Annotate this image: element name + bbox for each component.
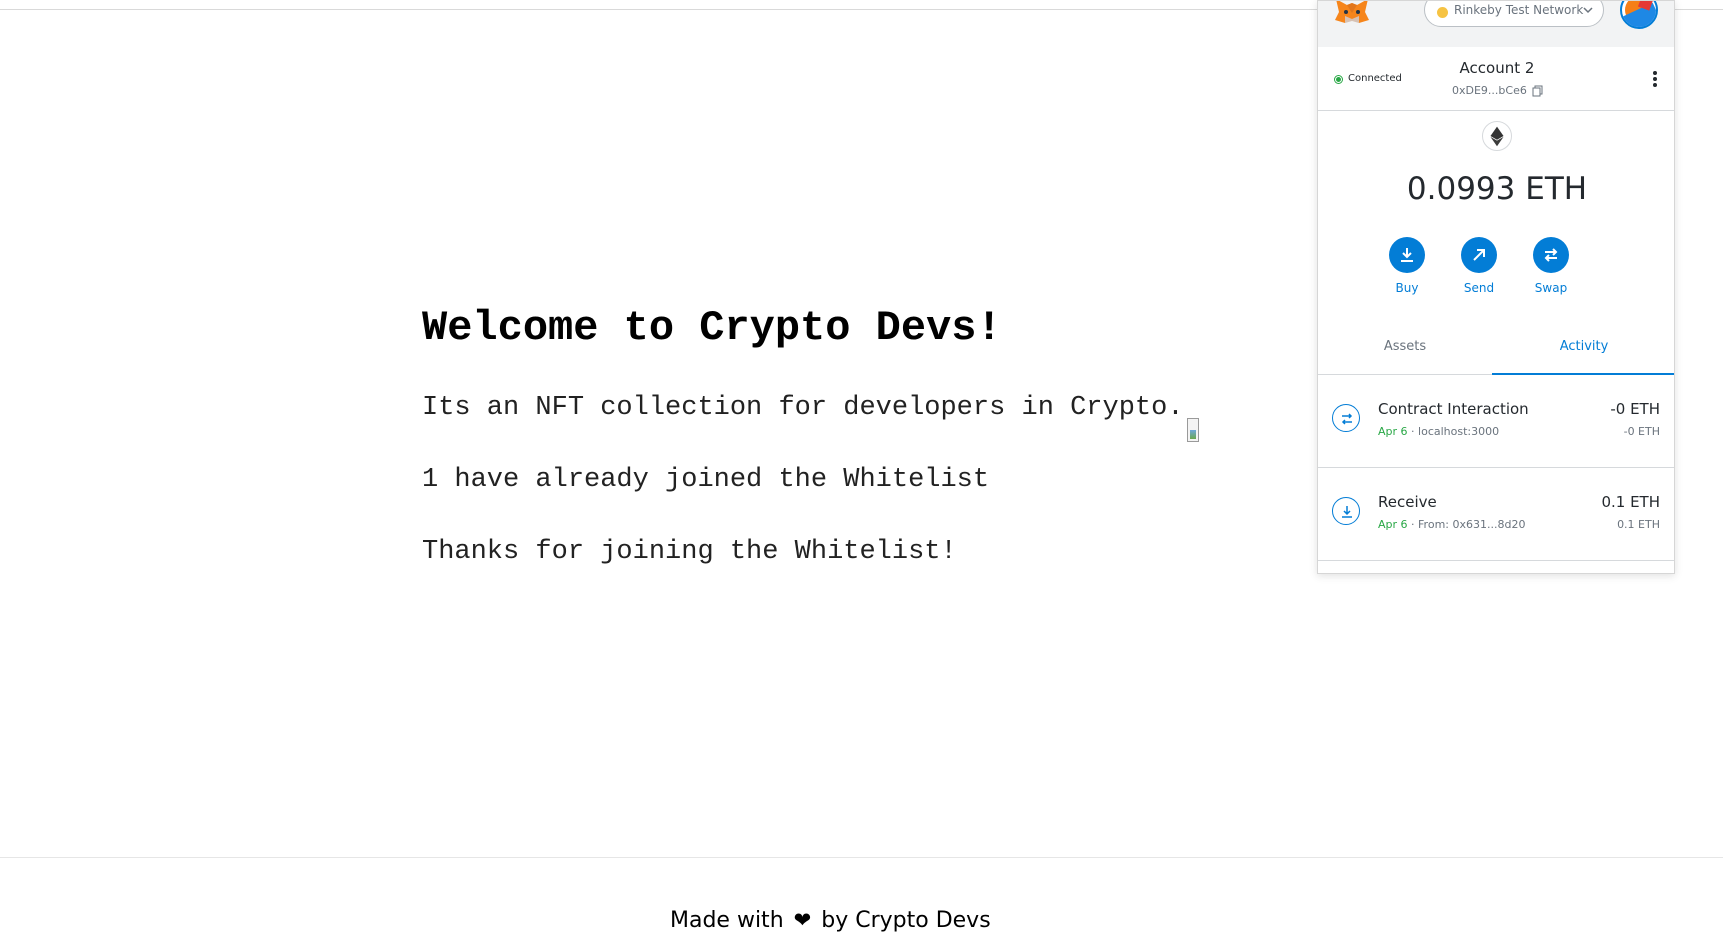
transaction-amount-secondary: -0 ETH xyxy=(1623,425,1660,438)
transaction-item[interactable]: Receive Apr 6 · From: 0x631...8d20 0.1 E… xyxy=(1318,468,1674,561)
transaction-title: Receive xyxy=(1378,493,1437,511)
swap-label: Swap xyxy=(1534,281,1568,295)
account-bar: Connected Account 2 0xDE9...bCe6 xyxy=(1318,47,1674,111)
transaction-date: Apr 6 xyxy=(1378,425,1408,438)
footer-prefix: Made with xyxy=(670,908,784,933)
account-address[interactable]: 0xDE9...bCe6 xyxy=(1452,84,1527,97)
network-label: Rinkeby Test Network xyxy=(1454,3,1584,17)
arrow-up-right-icon xyxy=(1461,237,1497,273)
transaction-detail: localhost:3000 xyxy=(1418,425,1500,438)
network-selector[interactable]: Rinkeby Test Network xyxy=(1424,1,1604,27)
description-text: Its an NFT collection for developers in … xyxy=(422,393,1184,423)
ethereum-icon xyxy=(1482,121,1512,151)
transaction-amount: -0 ETH xyxy=(1610,400,1660,418)
account-balance: 0.0993 ETH xyxy=(1406,171,1588,207)
transaction-amount: 0.1 ETH xyxy=(1601,493,1660,511)
footer-suffix: by Crypto Devs xyxy=(821,908,991,933)
transaction-subtitle: Apr 6 · From: 0x631...8d20 xyxy=(1378,518,1525,531)
wallet-tabs: Assets Activity xyxy=(1318,325,1674,375)
send-label: Send xyxy=(1463,281,1495,295)
transaction-title: Contract Interaction xyxy=(1378,400,1529,418)
swap-icon xyxy=(1332,404,1360,432)
metamask-popup: Rinkeby Test Network Connected Account 2… xyxy=(1317,0,1675,574)
chevron-down-icon xyxy=(1583,7,1593,14)
swap-icon xyxy=(1533,237,1569,273)
transaction-item[interactable]: Contract Interaction Apr 6 · localhost:3… xyxy=(1318,375,1674,468)
network-status-dot xyxy=(1437,7,1448,18)
tab-assets[interactable]: Assets xyxy=(1318,325,1492,375)
separator-dot: · xyxy=(1411,518,1415,531)
footer: Made with ❤ by Crypto Devs xyxy=(0,857,1723,947)
send-button[interactable]: Send xyxy=(1449,237,1509,295)
transaction-detail: From: 0x631...8d20 xyxy=(1418,518,1526,531)
download-icon xyxy=(1389,237,1425,273)
whitelist-count-text: 1 have already joined the Whitelist xyxy=(422,465,990,495)
footer-text: Made with ❤ by Crypto Devs xyxy=(670,906,991,935)
more-options-icon[interactable] xyxy=(1652,71,1658,89)
account-name: Account 2 xyxy=(1459,59,1535,77)
fox-logo-icon xyxy=(1335,1,1369,23)
separator-dot: · xyxy=(1411,425,1415,438)
swap-button[interactable]: Swap xyxy=(1521,237,1581,295)
transaction-subtitle: Apr 6 · localhost:3000 xyxy=(1378,425,1499,438)
buy-button[interactable]: Buy xyxy=(1377,237,1437,295)
thanks-text: Thanks for joining the Whitelist! xyxy=(422,537,957,567)
download-icon xyxy=(1332,497,1360,525)
account-avatar[interactable] xyxy=(1620,1,1658,29)
heart-icon: ❤ xyxy=(793,908,812,932)
transaction-date: Apr 6 xyxy=(1378,518,1408,531)
broken-image-icon xyxy=(1187,418,1199,442)
tab-activity[interactable]: Activity xyxy=(1492,325,1674,375)
buy-label: Buy xyxy=(1395,281,1419,295)
wallet-header: Rinkeby Test Network xyxy=(1318,1,1674,47)
copy-icon[interactable] xyxy=(1532,85,1543,97)
page-title: Welcome to Crypto Devs! xyxy=(422,304,1002,352)
transaction-amount-secondary: 0.1 ETH xyxy=(1617,518,1660,531)
